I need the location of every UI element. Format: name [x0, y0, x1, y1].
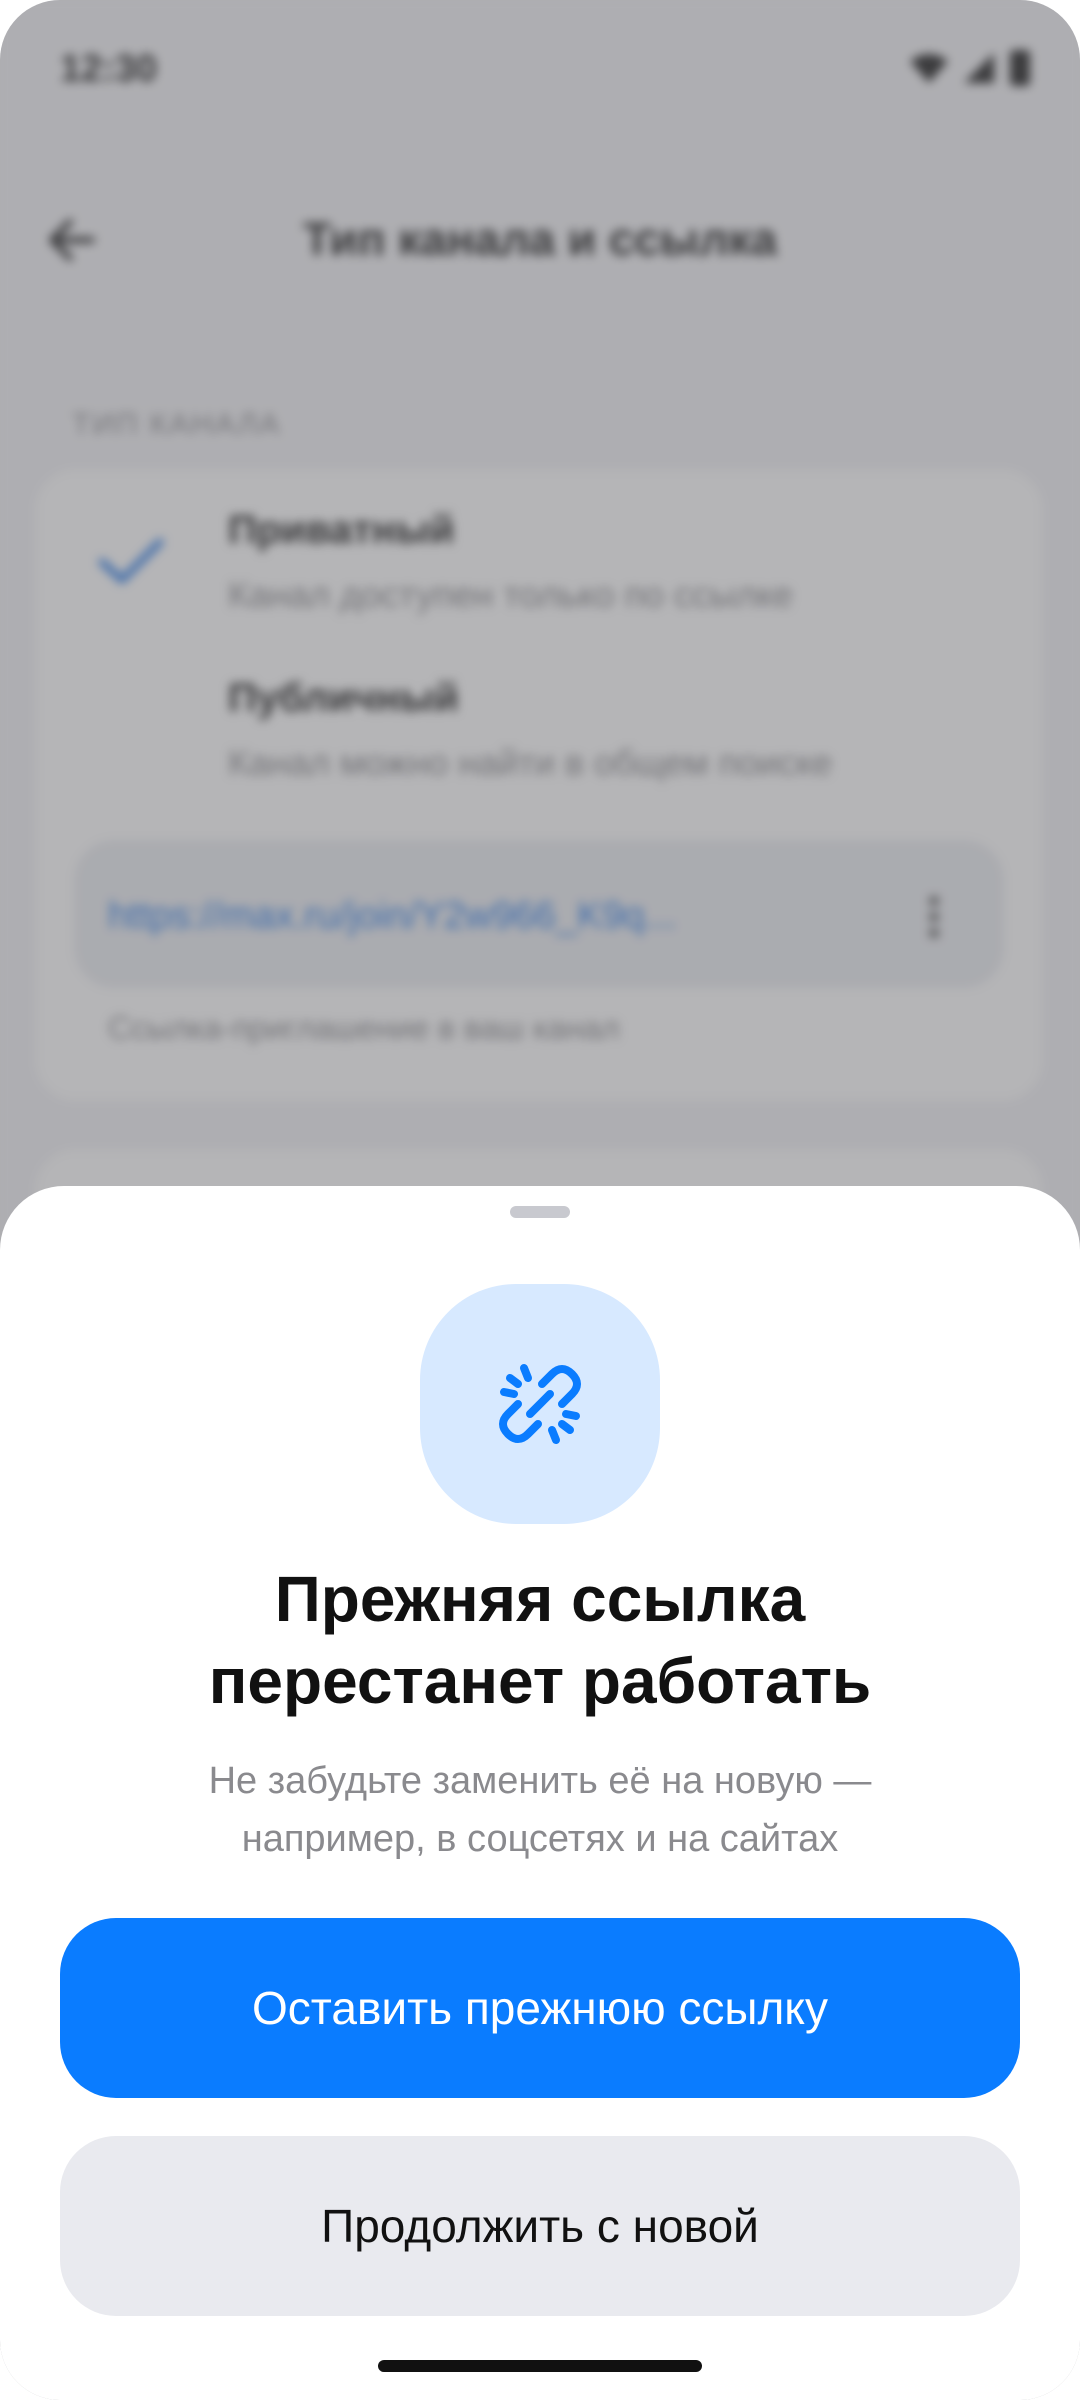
continue-with-new-button[interactable]: Продолжить с новой: [60, 2136, 1020, 2316]
sheet-handle[interactable]: [510, 1206, 570, 1218]
sheet-title-line2: перестанет работать: [208, 1645, 872, 1717]
sheet-subtitle-line2: например, в соцсетях и на сайтах: [241, 1818, 839, 1860]
screen: 12:30 Тип канала и ссылка ТИП КАНАЛА При…: [0, 0, 1080, 2400]
sheet-subtitle-line1: Не забудьте заменить её на новую —: [208, 1760, 872, 1802]
bottom-sheet: Прежняя ссылка перестанет работать Не за…: [0, 1186, 1080, 2400]
home-indicator[interactable]: [378, 2360, 702, 2372]
keep-old-link-button[interactable]: Оставить прежнюю ссылку: [60, 1918, 1020, 2098]
broken-link-icon: [499, 1364, 581, 1444]
sheet-title-line1: Прежняя ссылка: [274, 1563, 806, 1635]
sheet-title: Прежняя ссылка перестанет работать: [60, 1558, 1020, 1722]
icon-tile: [420, 1284, 660, 1524]
sheet-subtitle: Не забудьте заменить её на новую — напри…: [60, 1752, 1020, 1868]
